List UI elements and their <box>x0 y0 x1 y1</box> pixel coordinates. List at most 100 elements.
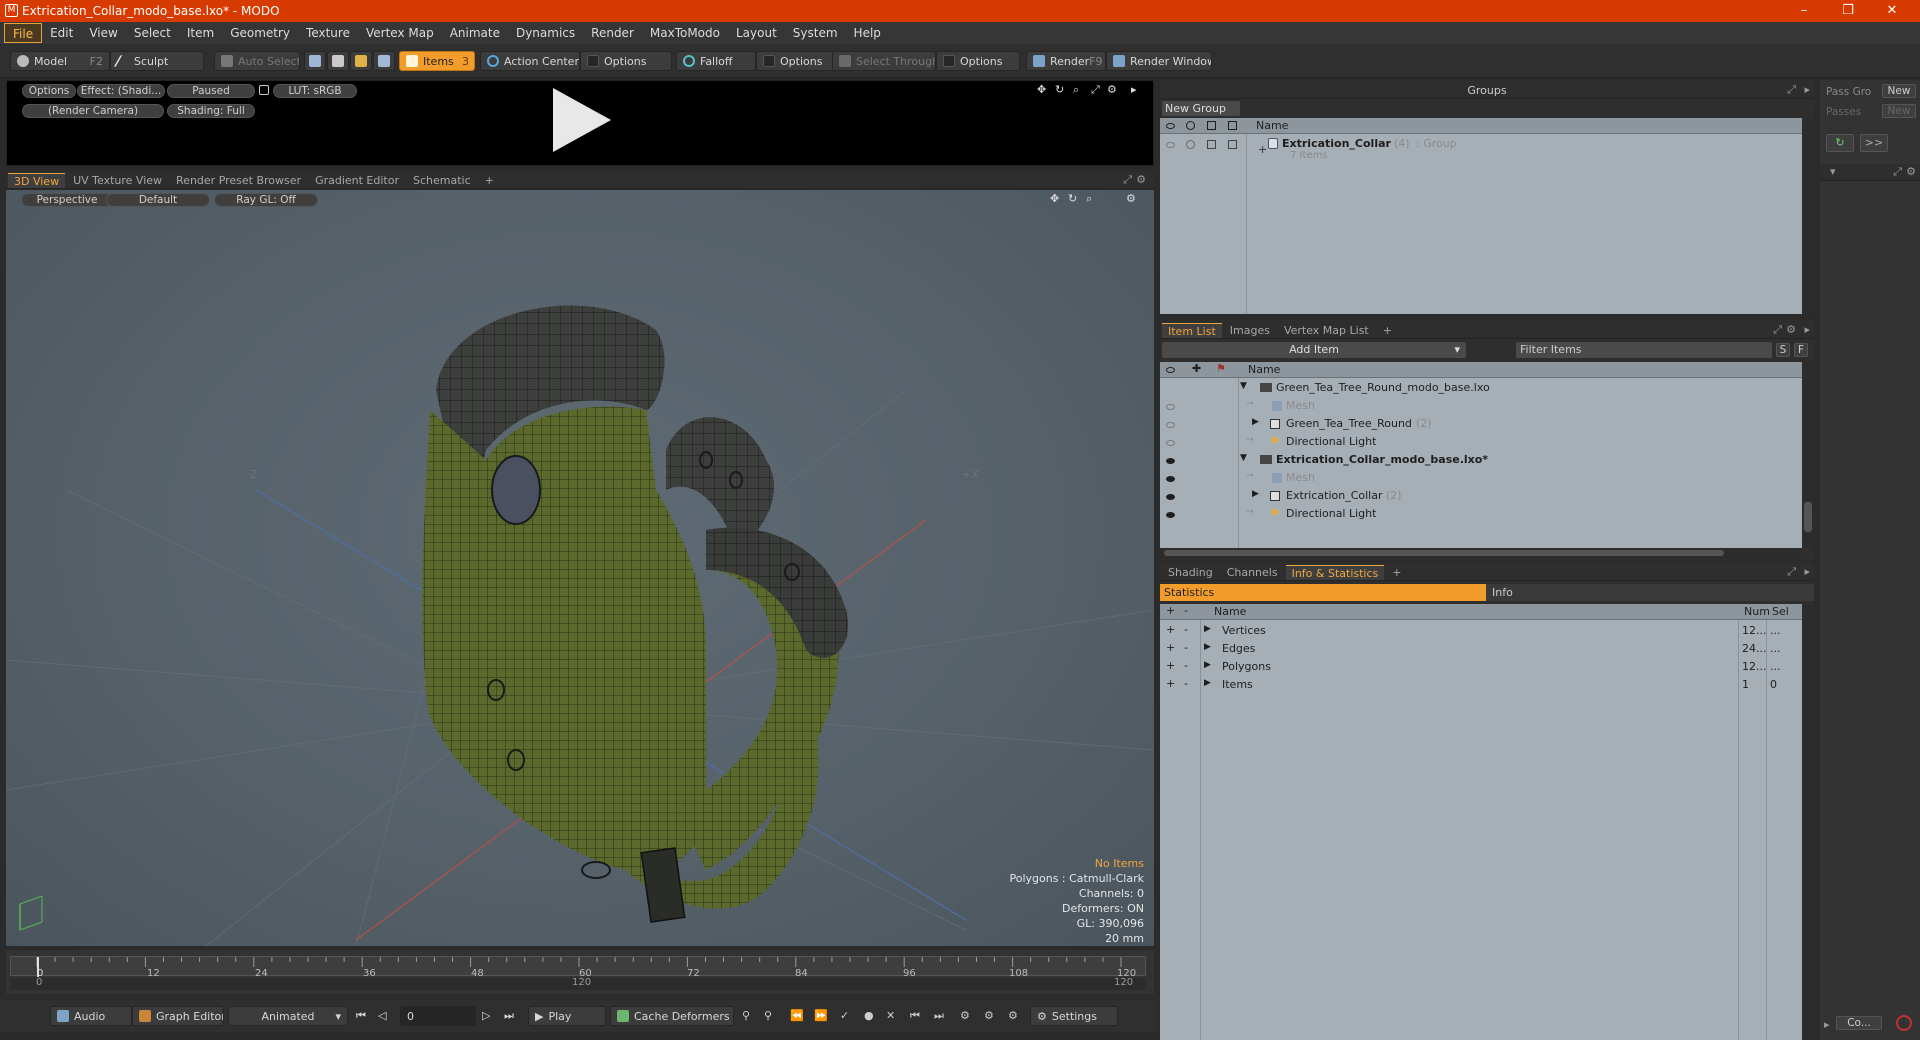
timeline[interactable]: 0 12 24 36 48 60 72 84 96 108 120 0 120 … <box>6 950 1154 994</box>
record-icon[interactable]: ● <box>864 1009 874 1022</box>
animated-dropdown[interactable]: Animated ▾ <box>228 1006 348 1026</box>
collapse-triangle-icon[interactable]: ▼ <box>1240 453 1247 463</box>
go-to-start-icon[interactable]: ⏮ <box>356 1009 366 1023</box>
gear-icon[interactable]: ⚙ <box>1906 165 1916 178</box>
add-tab-button[interactable]: + <box>479 173 500 188</box>
visibility-eye-icon[interactable] <box>1166 440 1175 446</box>
expand-right-icon[interactable]: ▸ <box>1131 83 1137 96</box>
menu-layout[interactable]: Layout <box>728 23 785 43</box>
groups-scrollbar[interactable] <box>1802 118 1814 314</box>
list-item[interactable]: → Mesh <box>1160 397 1802 415</box>
expand-plus-icon[interactable]: + <box>1166 641 1175 654</box>
visibility-eye-icon[interactable] <box>1166 367 1175 373</box>
rotate-icon[interactable]: ↻ <box>1055 83 1064 96</box>
expand-panel-button[interactable]: >> <box>1860 134 1888 152</box>
lock-icon[interactable] <box>1207 140 1216 149</box>
filter-f-button[interactable]: F <box>1794 343 1808 357</box>
play-button[interactable]: ▶ Play <box>528 1006 606 1026</box>
visibility-eye-icon[interactable] <box>1166 404 1175 410</box>
falloff-options-button[interactable]: Options <box>756 51 836 71</box>
action-center-options-button[interactable]: Options <box>580 51 672 71</box>
select-polygons-button[interactable] <box>350 51 372 71</box>
collapse-minus-icon[interactable]: - <box>1184 623 1188 636</box>
collapse-all-icon[interactable]: - <box>1184 604 1188 617</box>
menu-render[interactable]: Render <box>583 23 642 43</box>
menu-item[interactable]: Item <box>179 23 222 43</box>
visibility-eye-icon[interactable] <box>1166 123 1175 129</box>
refresh-icon[interactable]: ↻ <box>1826 134 1854 152</box>
expand-plus-icon[interactable]: + <box>1258 143 1267 156</box>
tab-uv-texture-view[interactable]: UV Texture View <box>67 173 168 188</box>
keyframe-tool-icon[interactable]: ⚙ <box>960 1009 970 1022</box>
auto-key-icon[interactable]: ⚲ <box>764 1009 772 1022</box>
cache-deformers-button[interactable]: Cache Deformers <box>610 1006 734 1026</box>
graph-editor-button[interactable]: Graph Editor <box>132 1006 224 1026</box>
table-row[interactable]: + - ▶ Vertices 12... ... <box>1160 622 1802 640</box>
timeline-ruler[interactable]: 0 12 24 36 48 60 72 84 96 108 120 <box>10 956 1146 979</box>
close-button[interactable]: ✕ <box>1870 0 1914 22</box>
play-preview-icon[interactable] <box>547 86 617 156</box>
render-button[interactable]: Render F9 <box>1026 51 1106 71</box>
menu-vertex-map[interactable]: Vertex Map <box>358 23 442 43</box>
render-window-button[interactable]: Render Window <box>1106 51 1212 71</box>
maximize-panel-icon[interactable]: ⤢ <box>1787 83 1796 97</box>
sculpt-button[interactable]: Sculpt <box>110 51 204 71</box>
gear-icon[interactable]: ⚙ <box>1136 173 1146 186</box>
visibility-eye-icon[interactable] <box>1166 512 1175 518</box>
groups-list[interactable]: Name + Extrication_Collar (4) : Group 7 … <box>1160 118 1802 314</box>
preview-options-button[interactable]: Options <box>22 84 76 98</box>
preview-paused-toggle[interactable]: Paused <box>167 84 255 98</box>
expand-triangle-icon[interactable]: ▶ <box>1252 417 1259 427</box>
gear-icon[interactable]: ⚙ <box>1786 323 1796 336</box>
group-row-extrication-collar[interactable]: + Extrication_Collar (4) : Group 7 Items <box>1160 136 1802 164</box>
preview-lut-dropdown[interactable]: LUT: sRGB <box>273 84 357 98</box>
previous-frame-icon[interactable]: ◁ <box>378 1009 386 1022</box>
audio-button[interactable]: Audio <box>50 1006 132 1026</box>
expand-all-icon[interactable]: + <box>1166 604 1175 617</box>
table-row[interactable]: + - ▶ Items 1 0 <box>1160 676 1802 694</box>
settings-button[interactable]: ⚙ Settings <box>1030 1006 1118 1026</box>
h-scrollbar-thumb[interactable] <box>1164 550 1724 556</box>
pin-icon[interactable]: ✚ <box>1192 362 1201 375</box>
menu-dynamics[interactable]: Dynamics <box>508 23 583 43</box>
menu-texture[interactable]: Texture <box>298 23 358 43</box>
select-through-button[interactable]: Select Through <box>832 51 936 71</box>
filter-s-button[interactable]: S <box>1776 343 1790 357</box>
select-icon[interactable] <box>1228 121 1237 130</box>
tab-info-statistics[interactable]: Info & Statistics <box>1285 564 1385 580</box>
filter-items-input[interactable]: Filter Items <box>1516 342 1772 358</box>
visibility-eye-icon[interactable] <box>1166 142 1175 148</box>
next-frame-icon[interactable]: ▷ <box>482 1009 490 1022</box>
keyframe-tool-icon-3[interactable]: ⚙ <box>1008 1009 1018 1022</box>
model-button[interactable]: Model F2 <box>10 51 110 71</box>
expand-right-icon[interactable]: ▸ <box>1804 83 1810 96</box>
menu-help[interactable]: Help <box>846 23 889 43</box>
preview-shading-dropdown[interactable]: Shading: Full <box>167 104 255 118</box>
collapse-minus-icon[interactable]: - <box>1184 677 1188 690</box>
tab-gradient-editor[interactable]: Gradient Editor <box>309 173 405 188</box>
visibility-eye-icon[interactable] <box>1166 422 1175 428</box>
falloff-button[interactable]: Falloff <box>676 51 756 71</box>
select-through-options-button[interactable]: Options <box>936 51 1020 71</box>
lock-icon[interactable] <box>1207 121 1216 130</box>
menu-view[interactable]: View <box>81 23 125 43</box>
visibility-eye-icon[interactable] <box>1166 476 1175 482</box>
visibility-eye-icon[interactable] <box>1166 458 1175 464</box>
maximize-view-icon[interactable]: ⤢ <box>1091 83 1100 97</box>
menu-animate[interactable]: Animate <box>442 23 508 43</box>
skip-forward-icon[interactable]: ⏭ <box>934 1009 944 1023</box>
zoom-icon[interactable]: ⌕ <box>1073 83 1079 97</box>
expand-triangle-icon[interactable]: ▶ <box>1204 660 1211 670</box>
next-key-icon[interactable]: ⏩ <box>814 1009 828 1022</box>
set-key-icon[interactable]: ✓ <box>840 1009 849 1022</box>
item-list-tree[interactable]: ✚ ⚑ Name ▼ Green_Tea_Tree_Round_modo_bas… <box>1160 362 1802 548</box>
add-tab-button[interactable]: + <box>1386 565 1407 580</box>
preview-camera-dropdown[interactable]: (Render Camera) <box>22 104 164 118</box>
select-icon[interactable] <box>1228 140 1237 149</box>
tab-images[interactable]: Images <box>1224 323 1276 338</box>
tab-channels[interactable]: Channels <box>1221 565 1284 580</box>
chevron-down-icon[interactable]: ▾ <box>1830 165 1836 178</box>
skip-back-icon[interactable]: ⏮ <box>910 1009 920 1023</box>
scrollbar-thumb[interactable] <box>1804 502 1812 532</box>
key-icon[interactable]: ⚲ <box>742 1009 750 1022</box>
